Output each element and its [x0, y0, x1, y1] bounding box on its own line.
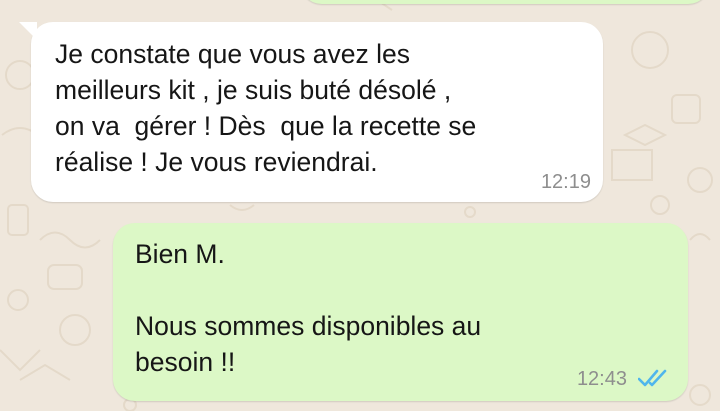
message-line: besoin !!: [135, 347, 236, 377]
message-line: Nous sommes disponibles au: [135, 311, 482, 341]
message-line: Bien M.: [135, 239, 225, 269]
incoming-message-text: Je constate que vous avez les meilleurs …: [55, 36, 575, 180]
outgoing-message-bubble[interactable]: Bien M. Nous sommes disponibles au besoi…: [113, 223, 688, 401]
message-line: meilleurs kit , je suis buté désolé ,: [55, 75, 452, 105]
previous-message-bubble[interactable]: [300, 0, 710, 4]
message-timestamp: 12:43: [576, 368, 627, 390]
message-line: réalise ! Je vous reviendrai.: [55, 147, 378, 177]
message-line: on va gérer ! Dès que la recette se: [55, 111, 477, 141]
message-timestamp: 12:19: [540, 171, 591, 193]
double-check-read-icon: [638, 369, 667, 387]
incoming-message-bubble[interactable]: Je constate que vous avez les meilleurs …: [19, 22, 603, 202]
outgoing-message-text: Bien M. Nous sommes disponibles au besoi…: [135, 236, 605, 380]
message-line: Je constate que vous avez les: [55, 39, 411, 69]
